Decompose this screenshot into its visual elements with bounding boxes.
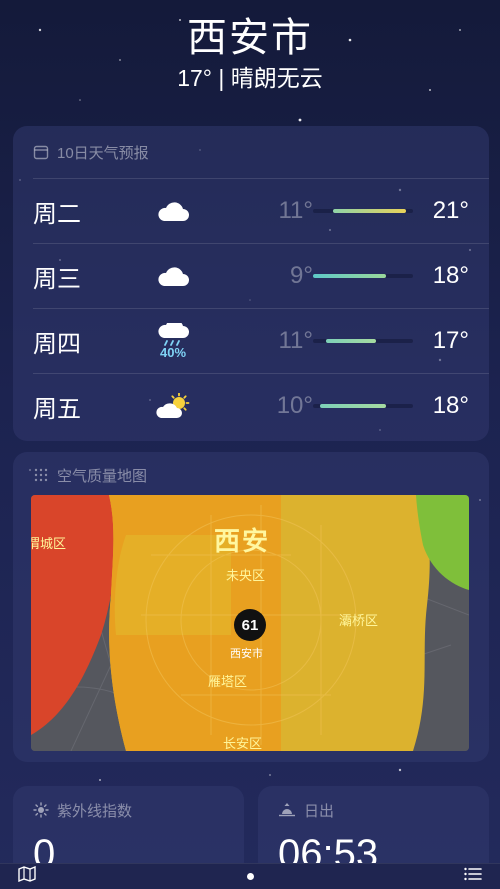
air-quality-map-card[interactable]: 空气质量地图 渭城区 西安 未央区 灞桥区 雁塔区 长安区 61 西安市 [13,452,489,762]
air-quality-map[interactable]: 渭城区 西安 未央区 灞桥区 雁塔区 长安区 61 西安市 [31,495,469,751]
partly-sunny-icon [143,393,203,419]
location-arrow-icon [246,873,254,880]
map-label-weicheng: 渭城区 [31,536,67,551]
map-label-changan: 长安区 [223,736,263,751]
forecast-row[interactable]: 周二 11° 21° [33,178,489,243]
grid-dots-icon [33,467,49,483]
map-label-baqiao: 灞桥区 [339,613,379,628]
precipitation-chance: 40% [159,344,187,360]
forecast-row[interactable]: 周三 9° 18° [33,243,489,308]
aq-card-title: 空气质量地图 [57,467,148,485]
uv-card-header: 紫外线指数 [13,786,244,834]
uv-card-title: 紫外线指数 [57,802,133,820]
temp-range-bar [313,209,413,213]
page-indicator[interactable] [246,873,254,880]
forecast-card-header: 10日天气预报 [13,126,489,178]
bottom-toolbar [0,863,500,889]
map-label-weiyang: 未央区 [226,568,266,583]
forecast-day: 周三 [33,265,81,293]
forecast-low: 11° [278,327,313,354]
calendar-icon [33,144,49,160]
forecast-day: 周五 [33,395,81,423]
map-label-yanta: 雁塔区 [208,674,248,689]
temp-range-bar [313,274,413,278]
forecast-high: 18° [432,262,469,289]
ten-day-forecast-card[interactable]: 10日天气预报 周二 11° 21° 周三 9° 18° 周四 40% 11° [13,126,489,441]
temp-range-bar [313,404,413,408]
forecast-row[interactable]: 周四 40% 11° 17° [33,308,489,373]
cloud-icon [143,264,203,288]
sunrise-icon [278,802,296,818]
forecast-low: 11° [278,197,313,224]
forecast-high: 17° [432,327,469,354]
aq-card-header: 空气质量地图 [13,452,489,498]
sun-icon [33,802,49,818]
list-icon[interactable] [464,866,482,887]
forecast-card-title: 10日天气预报 [57,144,149,162]
sunrise-card-title: 日出 [304,802,335,820]
forecast-high: 18° [432,392,469,419]
location-header: 西安市 17° | 晴朗无云 [0,14,500,92]
map-label-xian: 西安 [214,526,271,556]
city-name: 西安市 [187,16,313,60]
aqi-badge[interactable]: 61 [234,609,266,641]
sunrise-card-header: 日出 [258,786,489,834]
station-label: 西安市 [230,648,263,660]
forecast-day: 周四 [33,330,81,358]
forecast-low: 10° [276,392,313,419]
map-icon[interactable] [18,865,36,887]
forecast-day: 周二 [33,200,81,228]
forecast-high: 21° [432,197,469,224]
cloud-icon [143,199,203,223]
forecast-low: 9° [290,262,313,289]
rain-cloud-icon: 40% [143,322,203,360]
current-condition: 17° | 晴朗无云 [177,65,323,91]
temp-range-bar [313,339,413,343]
forecast-row[interactable]: 周五 10° 18° [33,373,489,438]
